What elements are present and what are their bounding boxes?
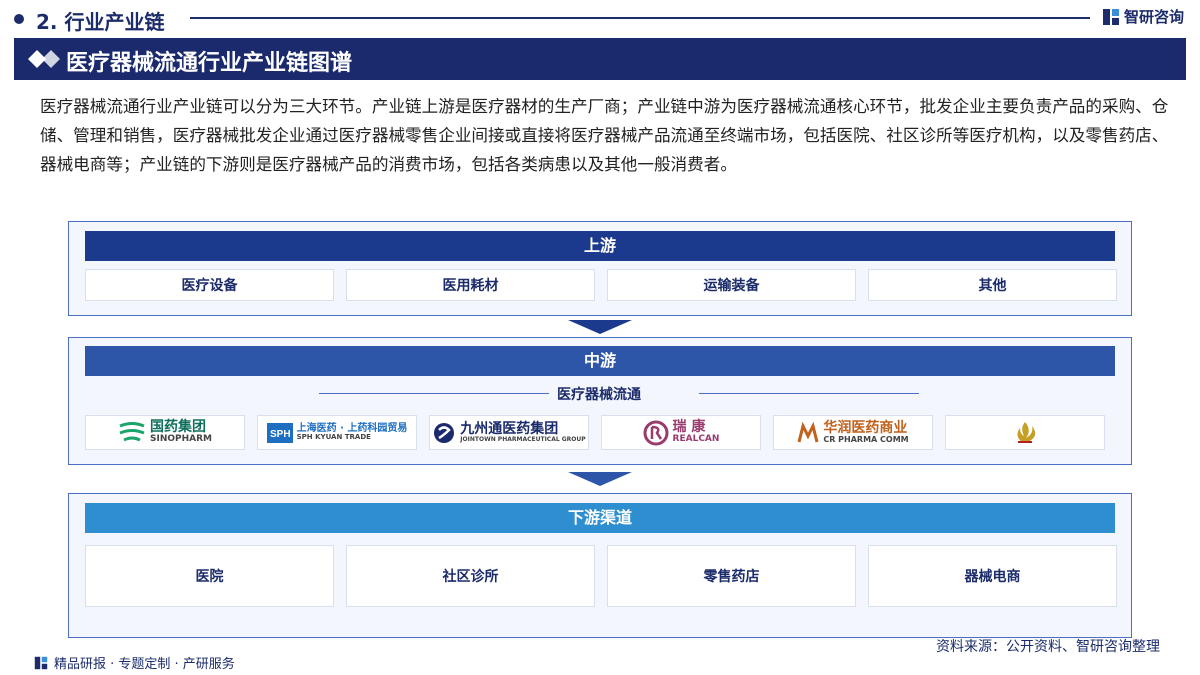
top-bar: 2. 行业产业链 智研咨询 — [0, 0, 1200, 36]
brand-logo-icon — [1102, 8, 1119, 25]
logo-sub: JOINTOWN PHARMACEUTICAL GROUP — [460, 435, 586, 443]
page-title: 医疗器械流通行业产业链图谱 — [66, 51, 353, 76]
flame-logo-icon — [1017, 421, 1036, 443]
downstream-items: 医院 社区诊所 零售药店 器械电商 — [85, 545, 1117, 607]
cr-pharma-logo-icon — [797, 421, 819, 442]
logo-sub: SINOPHARM — [150, 434, 212, 445]
midstream-logos: 国药集团 SINOPHARM SPH 上海医药 · 上药科园贸易 SPH KYU… — [85, 415, 1105, 450]
down-arrow-icon — [568, 320, 632, 334]
logo-name: 瑞 康 — [672, 419, 706, 436]
downstream-panel: 下游渠道 医院 社区诊所 零售药店 器械电商 — [68, 493, 1132, 638]
logo-sub: CR PHARMA COMM — [823, 434, 909, 444]
logo-sub: SPH KYUAN TRADE — [296, 433, 371, 442]
footer-tagline: 精品研报 · 专题定制 · 产研服务 — [34, 653, 235, 672]
upstream-item: 医用耗材 — [346, 269, 595, 301]
upstream-items: 医疗设备 医用耗材 运输装备 其他 — [85, 269, 1117, 301]
source-note: 资料来源：公开资料、智研咨询整理 — [936, 639, 1160, 655]
logo-sub: REALCAN — [672, 434, 720, 445]
svg-text:SPH: SPH — [270, 429, 291, 440]
upstream-item: 运输装备 — [607, 269, 856, 301]
upstream-item: 医疗设备 — [85, 269, 334, 301]
midstream-subtitle-row: 医疗器械流通 — [319, 383, 919, 403]
footer-tagline-text: 精品研报 · 专题定制 · 产研服务 — [54, 657, 235, 672]
realcan-logo-icon — [643, 420, 669, 445]
midstream-panel: 中游 医疗器械流通 国药集团 SINOPHARM SPH 上海医药 · 上药科园… — [68, 337, 1132, 465]
midstream-subtitle: 医疗器械流通 — [557, 387, 641, 403]
section-bullet — [14, 14, 24, 24]
sph-logo-icon: SPH — [266, 422, 293, 443]
downstream-item: 医院 — [85, 545, 334, 607]
brand: 智研咨询 — [1102, 6, 1184, 27]
downstream-title: 下游渠道 — [85, 503, 1115, 533]
logo-other — [945, 415, 1105, 450]
upstream-panel: 上游 医疗设备 医用耗材 运输装备 其他 — [68, 221, 1132, 316]
logo-cr-pharma: 华润医药商业 CR PHARMA COMM — [773, 415, 933, 450]
midstream-title: 中游 — [85, 346, 1115, 376]
logo-jointown: 九州通医药集团 JOINTOWN PHARMACEUTICAL GROUP — [429, 415, 589, 450]
downstream-item: 器械电商 — [868, 545, 1117, 607]
intro-paragraph: 医疗器械流通行业产业链可以分为三大环节。产业链上游是医疗器材的生产厂商；产业链中… — [40, 97, 1169, 174]
down-arrow-icon — [568, 472, 632, 486]
sinopharm-logo-icon — [119, 421, 145, 441]
downstream-item: 零售药店 — [607, 545, 856, 607]
section-label: 2. 行业产业链 — [36, 10, 165, 34]
header-divider — [190, 17, 1090, 19]
subtitle-divider-right — [699, 393, 919, 394]
logo-name: 九州通医药集团 — [460, 421, 559, 437]
logo-name: 国药集团 — [150, 419, 206, 436]
logo-realcan: 瑞 康 REALCAN — [601, 415, 761, 450]
logo-sph: SPH 上海医药 · 上药科园贸易 SPH KYUAN TRADE — [257, 415, 417, 450]
brand-name: 智研咨询 — [1123, 8, 1184, 26]
brand-logo-icon — [34, 656, 48, 669]
downstream-item: 社区诊所 — [346, 545, 595, 607]
upstream-item: 其他 — [868, 269, 1117, 301]
logo-sinopharm: 国药集团 SINOPHARM — [85, 415, 245, 450]
title-band: 医疗器械流通行业产业链图谱 — [14, 38, 1186, 80]
diamond-icon — [28, 50, 60, 68]
jointown-logo-icon — [434, 422, 455, 443]
upstream-title: 上游 — [85, 231, 1115, 261]
logo-name: 华润医药商业 — [823, 419, 908, 436]
subtitle-divider-left — [319, 393, 549, 394]
